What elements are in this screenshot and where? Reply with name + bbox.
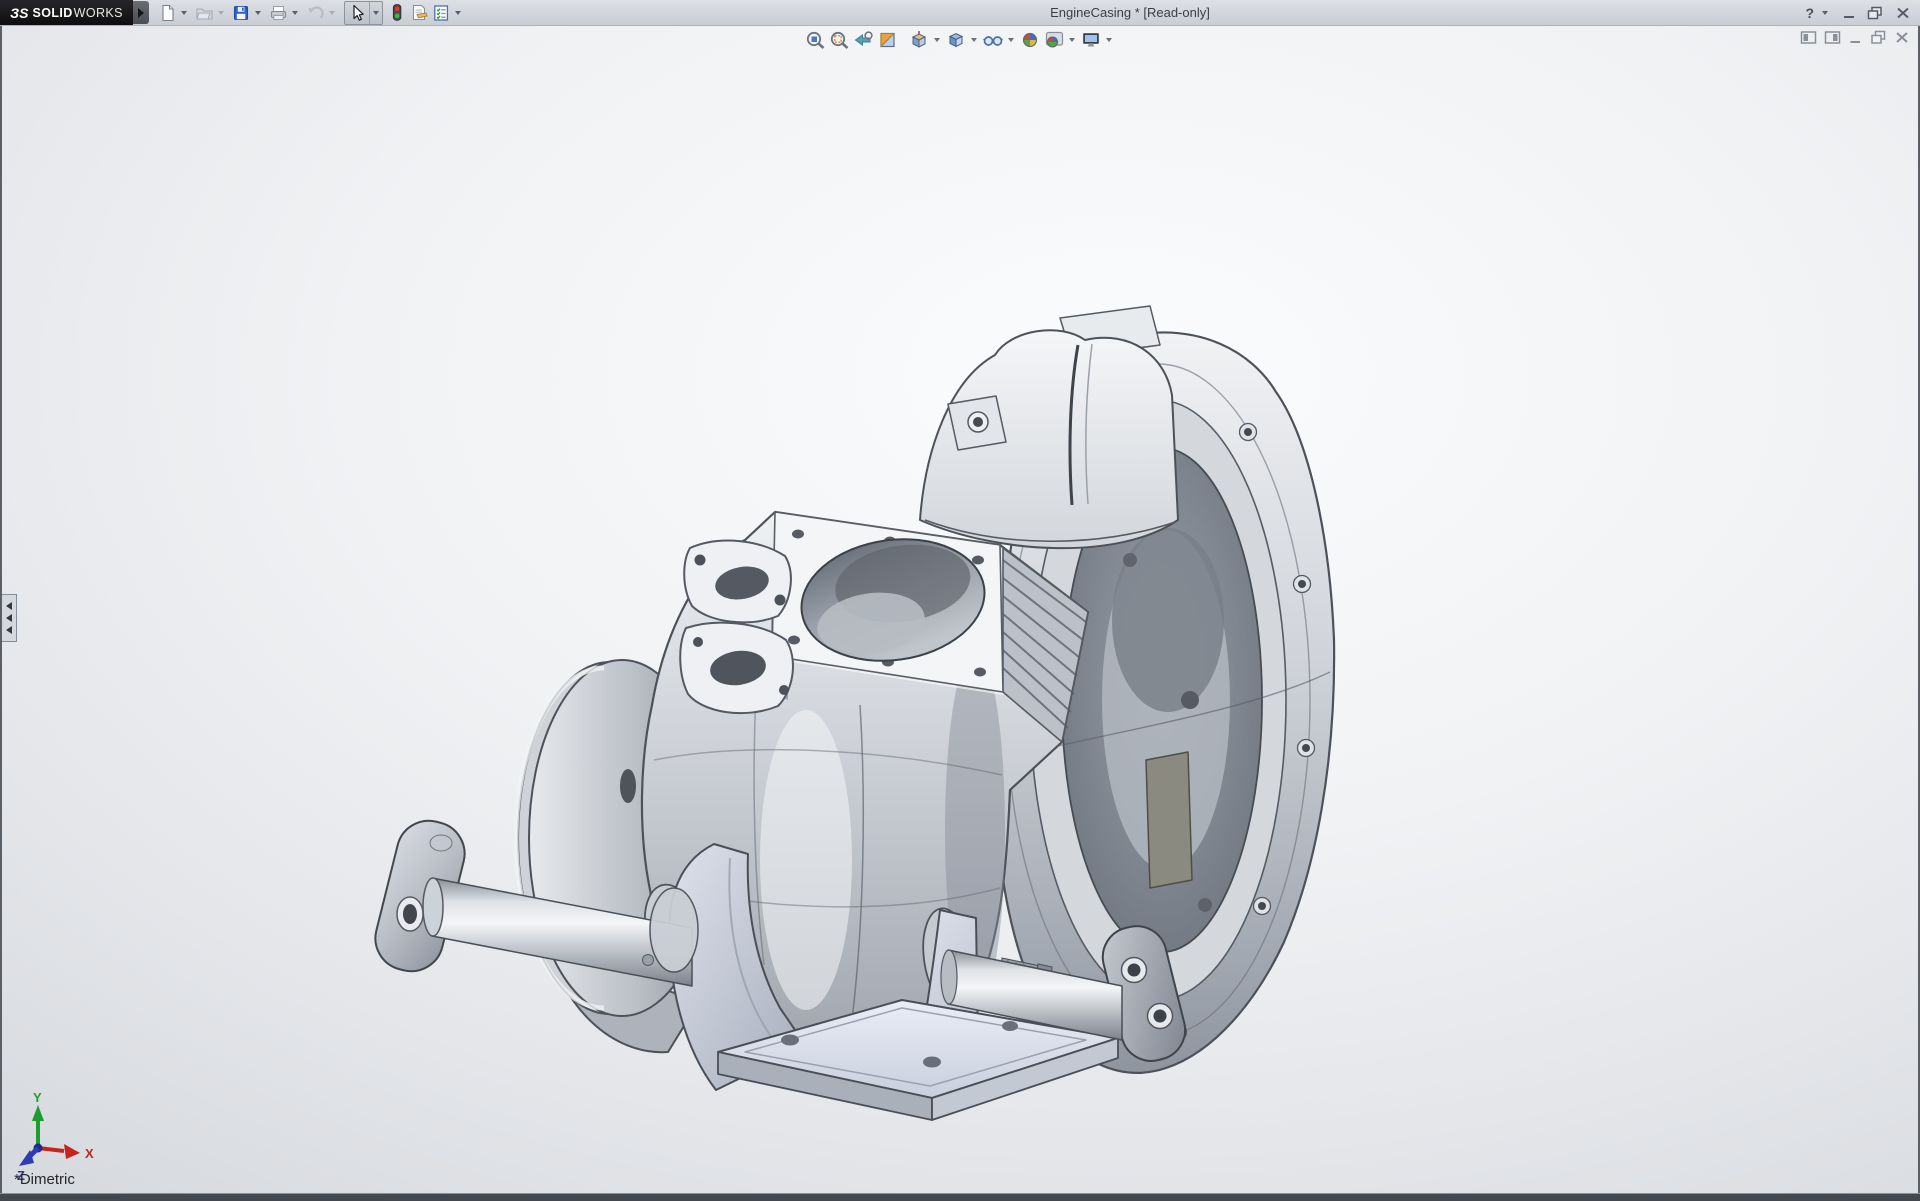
save-icon [232,4,250,22]
undo-button[interactable] [304,2,326,24]
window-controls: ? [1804,0,1914,25]
options-button[interactable] [430,2,452,24]
options-icon [432,4,450,22]
select-cursor-icon [348,4,366,22]
apply-scene-dropdown[interactable] [1066,29,1077,51]
open-button[interactable] [193,2,215,24]
apply-scene-icon [1043,30,1065,50]
document-close-button[interactable] [1894,30,1910,45]
pane-right-button[interactable] [1824,30,1841,45]
view-orientation-button[interactable] [907,29,931,51]
title-bar: ЗS SOLID WORKS [0,0,1920,26]
pane-left-button[interactable] [1800,30,1817,45]
save-dropdown[interactable] [252,2,264,24]
triad-y-label: Y [33,1090,42,1105]
print-dropdown[interactable] [289,2,301,24]
section-view-button[interactable] [876,29,900,51]
help-button[interactable]: ? [1804,5,1815,21]
open-dropdown[interactable] [215,2,227,24]
solidworks-logo: ЗS SOLID WORKS [0,0,133,25]
zoom-to-fit-button[interactable] [804,29,828,51]
view-settings-icon [1080,30,1102,50]
solidworks-window: { "window": { "title": "EngineCasing * [… [0,0,1920,1200]
view-settings-dropdown[interactable] [1103,29,1114,51]
hide-show-items-glasses-icon [982,30,1004,50]
file-properties-button[interactable] [408,2,430,24]
collapse-arrow-icon [6,614,12,622]
display-style-button[interactable] [944,29,968,51]
document-minimize-button[interactable] [1848,30,1863,45]
document-window-controls [1800,30,1910,45]
close-button[interactable] [1892,5,1914,21]
menu-expand-arrow-icon [138,8,144,18]
brand-solid: SOLID [32,6,72,20]
view-orientation-dropdown[interactable] [931,29,942,51]
rebuild-button[interactable] [386,2,408,24]
collapse-arrow-icon [6,602,12,610]
undo-dropdown[interactable] [326,2,338,24]
headsup-view-toolbar [804,29,1116,51]
print-icon [269,4,288,22]
brand-works: WORKS [74,6,123,20]
new-document-icon [158,4,176,22]
file-properties-icon [410,4,429,22]
zoom-to-area-button[interactable] [828,29,852,51]
select-tool-group [344,1,383,25]
restore-button[interactable] [1864,5,1888,21]
display-style-icon [945,30,967,50]
previous-view-icon [853,30,875,50]
new-document-button[interactable] [156,2,178,24]
graphics-area[interactable]: Y X Z [2,25,1918,1193]
view-orientation-icon [908,30,930,50]
collapse-arrow-icon [6,626,12,634]
new-document-dropdown[interactable] [178,2,190,24]
document-restore-button[interactable] [1870,30,1887,45]
section-view-icon [877,30,899,50]
help-dropdown[interactable] [1819,2,1831,24]
window-title: EngineCasing * [Read-only] [1050,0,1210,25]
save-button[interactable] [230,2,252,24]
ds-logo-icon: ЗS [10,6,28,20]
rebuild-traffic-light-icon [388,3,406,22]
edit-appearance-button[interactable] [1018,29,1042,51]
standard-toolbar [156,0,467,25]
print-button[interactable] [267,2,289,24]
display-style-dropdown[interactable] [968,29,979,51]
open-icon [195,4,214,22]
view-settings-button[interactable] [1079,29,1103,51]
apply-scene-button[interactable] [1042,29,1066,51]
menu-expand-tab[interactable] [133,1,149,24]
engine-casing-model[interactable]: Y X Z [2,25,1918,1193]
previous-view-button[interactable] [852,29,876,51]
zoom-to-fit-icon [805,30,827,50]
options-dropdown[interactable] [452,2,464,24]
hide-show-items-dropdown[interactable] [1005,29,1016,51]
minimize-button[interactable] [1838,5,1860,21]
zoom-to-area-icon [829,30,851,50]
undo-icon [306,4,325,22]
select-button[interactable] [345,2,369,24]
triad-x-label: X [85,1146,94,1161]
hide-show-items-button[interactable] [981,29,1005,51]
window-left-border [0,25,2,1193]
view-orientation-label: *Dimetric [14,1171,75,1188]
featuremanager-collapsed-tab[interactable] [2,594,17,642]
select-dropdown[interactable] [369,2,382,24]
edit-appearance-icon [1019,30,1041,50]
